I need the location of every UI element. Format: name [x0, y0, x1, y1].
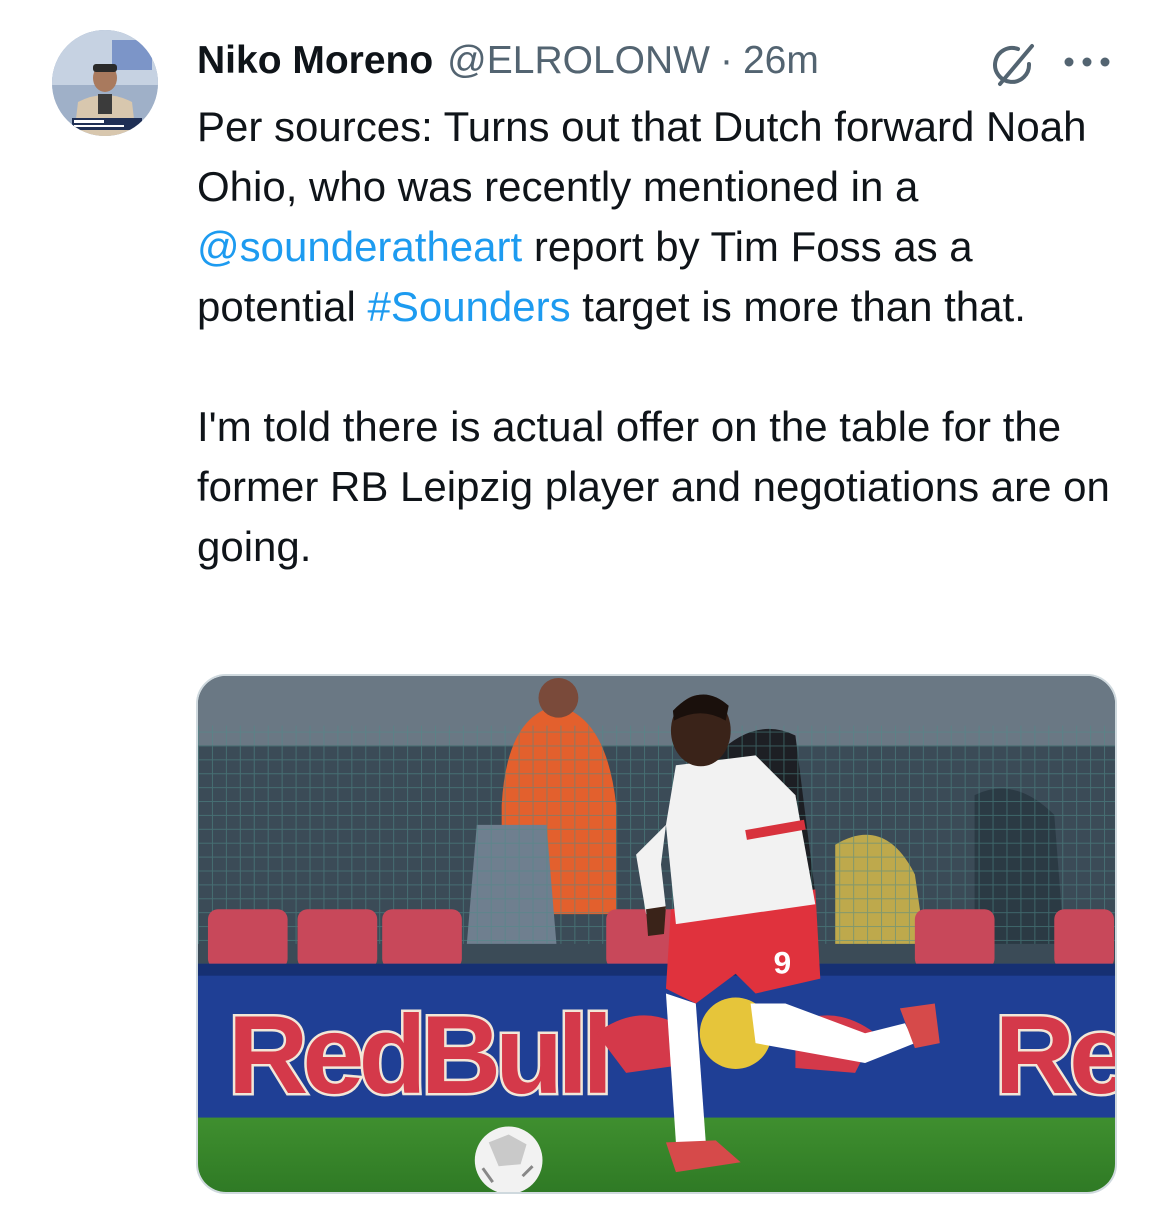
timestamp[interactable]: 26m [743, 36, 819, 86]
tweet-paragraph-1: Per sources: Turns out that Dutch forwar… [197, 97, 1137, 337]
hashtag-link[interactable]: #Sounders [367, 283, 570, 330]
avatar-image [52, 30, 158, 136]
tweet-media-photo[interactable]: RedBull Re 9 [196, 674, 1117, 1194]
display-name[interactable]: Niko Moreno [197, 36, 433, 86]
separator: · [719, 39, 733, 82]
tweet-paragraph-2: I'm told there is actual offer on the ta… [197, 403, 1110, 570]
tweet-text-segment: target is more than that. [570, 283, 1026, 330]
football-photo: RedBull Re 9 [198, 676, 1115, 1192]
banner-text-right: Re [995, 992, 1115, 1117]
mention-link[interactable]: @sounderatheart [197, 223, 522, 270]
avatar[interactable] [52, 30, 158, 136]
tweet-text-segment: Per sources: Turns out that Dutch forwar… [197, 103, 1087, 210]
tweet-text: Per sources: Turns out that Dutch forwar… [197, 97, 1137, 577]
banner-text-left: RedBull [228, 992, 607, 1117]
shirt-number: 9 [773, 945, 791, 981]
more-icon[interactable] [1058, 42, 1116, 82]
tweet-header: Niko Moreno @ELROLONW · 26m [197, 36, 819, 86]
handle[interactable]: @ELROLONW [447, 36, 710, 86]
grok-icon[interactable] [988, 40, 1038, 90]
tweet: Niko Moreno @ELROLONW · 26m Per sources:… [0, 0, 1170, 1207]
